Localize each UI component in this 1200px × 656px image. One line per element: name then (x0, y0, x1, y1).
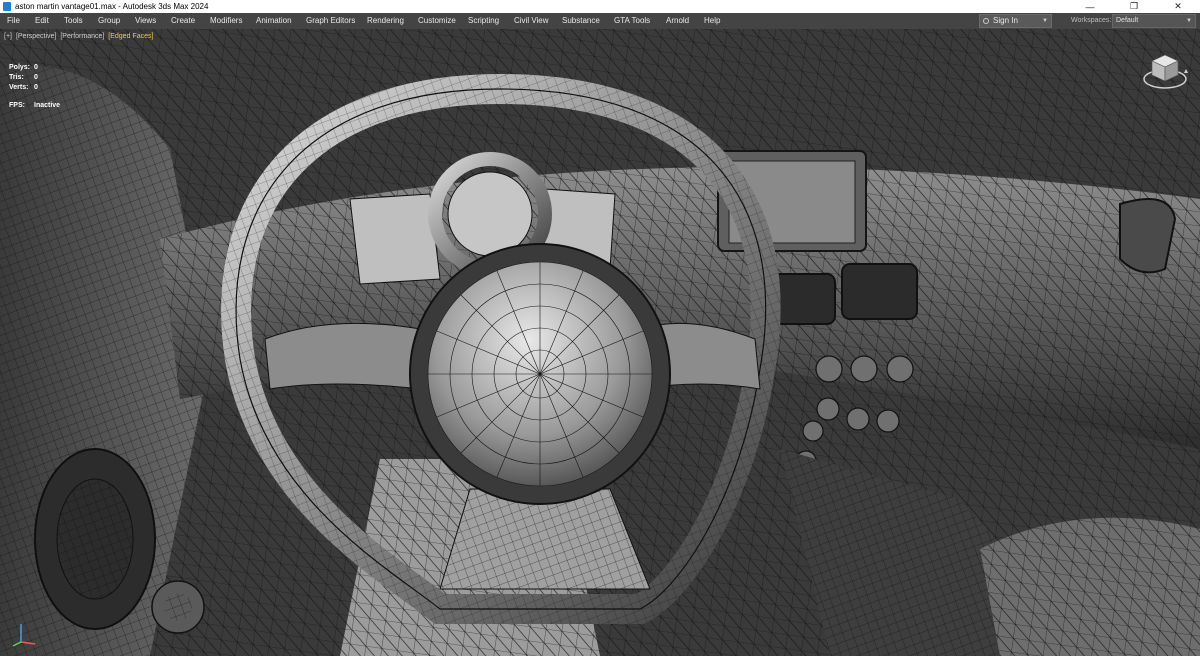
stat-verts: Verts: 0 (9, 83, 38, 93)
menu-scripting[interactable]: Scripting (468, 13, 499, 29)
menu-help[interactable]: Help (704, 13, 720, 29)
menu-modifiers[interactable]: Modifiers (210, 13, 242, 29)
menu-views[interactable]: Views (135, 13, 156, 29)
stat-key: Verts: (9, 84, 29, 91)
menu-group[interactable]: Group (98, 13, 120, 29)
workspace-value: Default (1116, 17, 1139, 24)
menu-gta-tools[interactable]: GTA Tools (614, 13, 650, 29)
close-button[interactable]: ✕ (1156, 0, 1200, 13)
stat-key: Polys: (9, 64, 31, 71)
menu-animation[interactable]: Animation (256, 13, 292, 29)
scene-statistics: Polys: 0 Tris: 0 Verts: 0 (9, 63, 38, 93)
menu-bar: File Edit Tools Group Views Create Modif… (0, 13, 1200, 29)
window-controls: — ❐ ✕ (1068, 0, 1200, 13)
user-icon (983, 18, 989, 24)
menu-customize[interactable]: Customize (418, 13, 456, 29)
fps-readout: FPS: Inactive (9, 102, 60, 109)
viewcube-icon[interactable] (1142, 49, 1188, 95)
workspaces-label: Workspaces: (1071, 17, 1112, 24)
sign-in-label: Sign In (993, 16, 1018, 25)
workspaces-select[interactable]: Default ▼ (1112, 14, 1196, 28)
restore-button[interactable]: ❐ (1112, 0, 1156, 13)
chevron-down-icon: ▼ (1186, 18, 1192, 24)
viewport-shading-mode[interactable]: [Edged Faces] (108, 33, 153, 40)
stat-value: 0 (34, 74, 38, 81)
viewport-general-menu[interactable]: [+] (4, 33, 12, 40)
menu-rendering[interactable]: Rendering (367, 13, 404, 29)
stat-polys: Polys: 0 (9, 63, 38, 73)
sign-in-dropdown[interactable]: Sign In ▼ (979, 14, 1052, 28)
menu-substance[interactable]: Substance (562, 13, 600, 29)
viewport-performance-mode[interactable]: [Performance] (60, 33, 104, 40)
menu-civil-view[interactable]: Civil View (514, 13, 549, 29)
viewport-label-menu: [+] [Perspective] [Performance] [Edged F… (4, 33, 155, 40)
menu-tools[interactable]: Tools (64, 13, 83, 29)
stat-key: Tris: (9, 74, 24, 81)
stat-value: 0 (34, 64, 38, 71)
menu-file[interactable]: File (7, 13, 20, 29)
app-icon[interactable] (3, 2, 11, 11)
window-title: aston martin vantage01.max - Autodesk 3d… (15, 2, 209, 11)
perspective-viewport[interactable]: [+] [Perspective] [Performance] [Edged F… (0, 29, 1200, 656)
menu-edit[interactable]: Edit (35, 13, 49, 29)
viewport-scene (0, 29, 1200, 656)
chevron-down-icon: ▼ (1042, 18, 1048, 24)
fps-key: FPS: (9, 102, 25, 109)
minimize-button[interactable]: — (1068, 0, 1112, 13)
stat-tris: Tris: 0 (9, 73, 38, 83)
menu-arnold[interactable]: Arnold (666, 13, 689, 29)
stat-value: 0 (34, 84, 38, 91)
menu-graph-editors[interactable]: Graph Editors (306, 13, 355, 29)
title-bar: aston martin vantage01.max - Autodesk 3d… (0, 0, 1200, 13)
fps-value: Inactive (34, 102, 61, 109)
viewport-point-of-view[interactable]: [Perspective] (16, 33, 56, 40)
menu-create[interactable]: Create (171, 13, 195, 29)
axis-tripod-icon (12, 624, 36, 647)
